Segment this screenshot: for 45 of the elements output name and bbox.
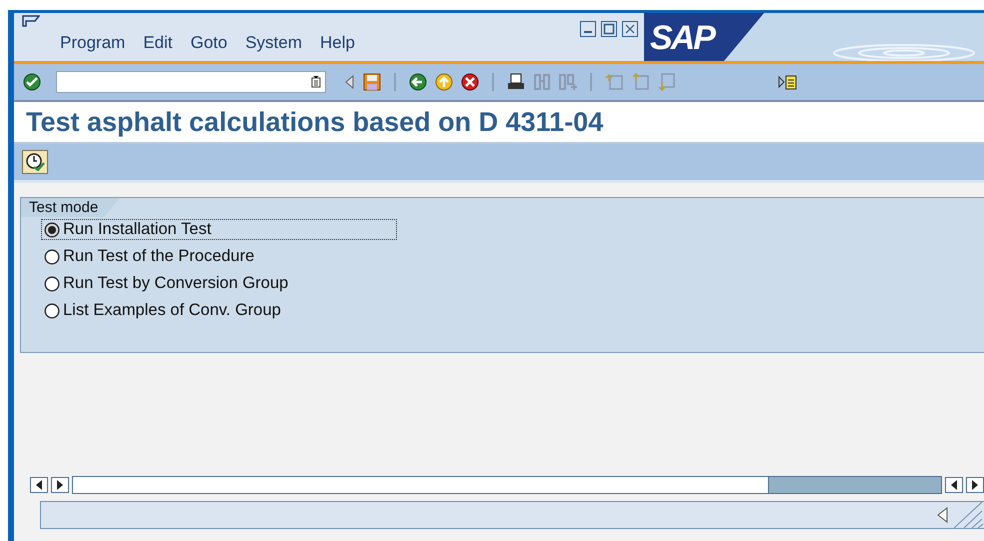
- radio-button[interactable]: [44, 276, 60, 292]
- radio-button[interactable]: [44, 302, 60, 318]
- layout-menu-icon[interactable]: [778, 73, 798, 91]
- scroll-left-button[interactable]: [30, 477, 48, 493]
- option-label: Run Test by Conversion Group: [63, 274, 288, 293]
- radio-option[interactable]: Run Installation Test: [41, 219, 397, 240]
- menu-item[interactable]: Goto: [190, 33, 228, 53]
- command-field[interactable]: [56, 71, 326, 93]
- right-arrow-icon: [971, 480, 979, 490]
- list-icon[interactable]: [311, 76, 321, 88]
- menu-item[interactable]: System: [245, 33, 302, 53]
- close-button[interactable]: [622, 21, 638, 37]
- scroll-right-button[interactable]: [966, 477, 984, 493]
- radio-option[interactable]: Run Test by Conversion Group: [41, 273, 397, 294]
- radio-option[interactable]: List Examples of Conv. Group: [41, 300, 397, 321]
- print-icon[interactable]: [506, 73, 526, 91]
- right-arrow-icon: [56, 480, 64, 490]
- cancel-icon[interactable]: [460, 73, 480, 91]
- menu-icon[interactable]: [22, 15, 40, 29]
- scroll-left-button[interactable]: [945, 477, 963, 493]
- menu-item[interactable]: Program: [60, 33, 126, 53]
- logo: SAP: [644, 13, 984, 61]
- left-arrow-icon: [35, 480, 43, 490]
- group-title: Test mode: [21, 198, 120, 217]
- screen-title: Test asphalt calculations based on D 4311-04: [26, 106, 604, 138]
- scrollbar[interactable]: [72, 476, 942, 494]
- left-triangle-icon[interactable]: [936, 507, 948, 523]
- save-icon[interactable]: [362, 73, 382, 91]
- menu-item[interactable]: Edit: [143, 33, 172, 53]
- minimize-button[interactable]: [580, 21, 596, 37]
- radio-button[interactable]: [44, 222, 60, 238]
- back-icon[interactable]: [408, 73, 428, 91]
- option-label: Run Test of the Procedure: [63, 247, 254, 266]
- radio-option[interactable]: Run Test of the Procedure: [41, 246, 397, 267]
- scroll-right-button[interactable]: [51, 477, 69, 493]
- option-label: List Examples of Conv. Group: [63, 301, 281, 320]
- checkmark-icon[interactable]: [22, 73, 42, 91]
- scroll-thumb[interactable]: [768, 477, 941, 493]
- menu-item[interactable]: Help: [320, 33, 355, 53]
- option-label: Run Installation Test: [63, 220, 212, 239]
- maximize-button[interactable]: [601, 21, 617, 37]
- left-arrow-icon: [950, 480, 958, 490]
- radio-button[interactable]: [44, 248, 60, 264]
- resize-grip-icon[interactable]: [954, 502, 984, 528]
- execute-button[interactable]: [22, 150, 48, 174]
